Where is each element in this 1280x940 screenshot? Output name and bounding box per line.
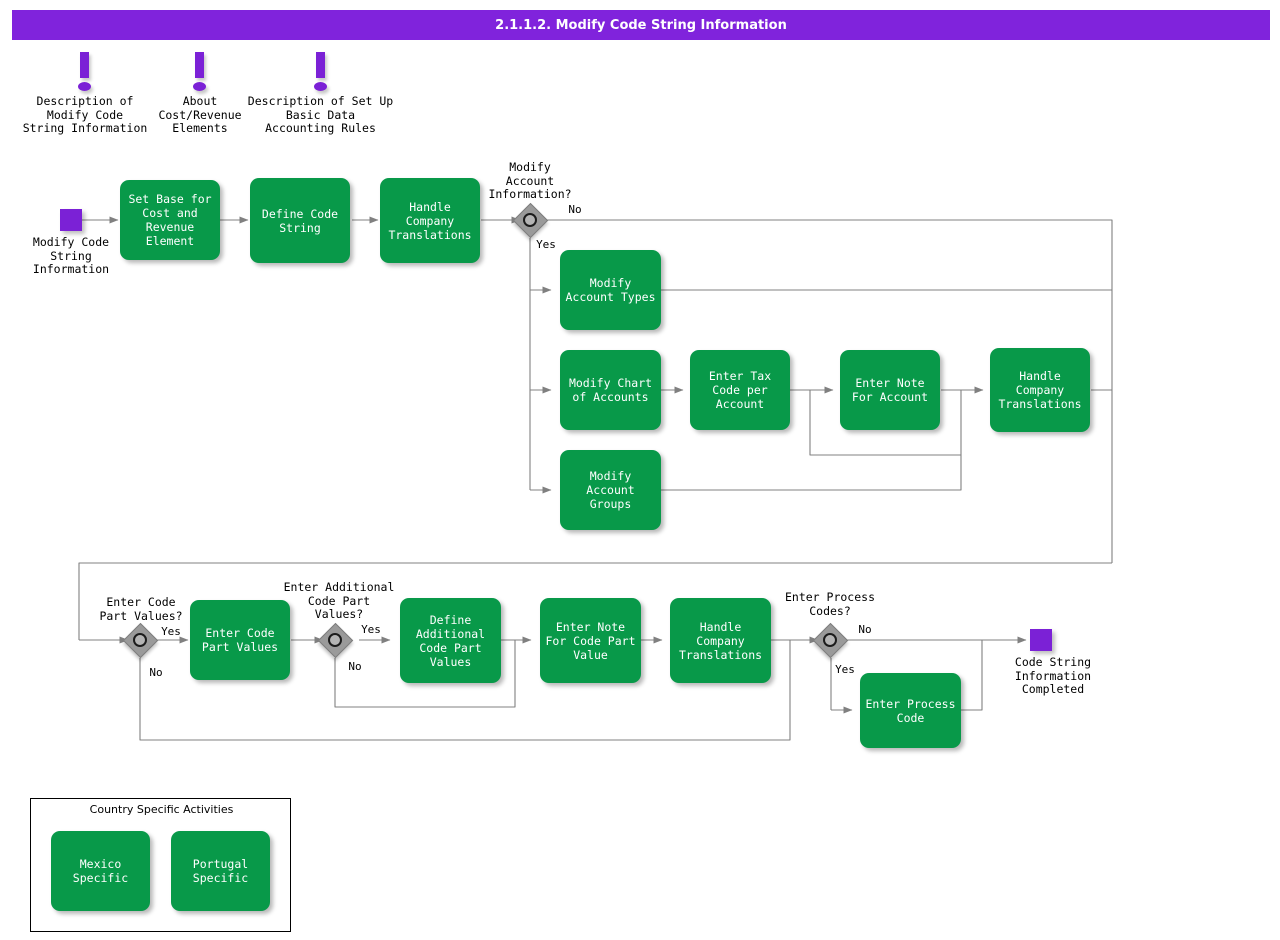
gateway-ring-icon: [523, 213, 537, 227]
flowchart-canvas: 2.1.1.2. Modify Code String Information: [0, 0, 1280, 940]
task-define-code-string[interactable]: Define Code String: [250, 178, 350, 263]
exclamation-icon: [80, 52, 89, 78]
gateway-ring-icon: [133, 633, 147, 647]
gateway-modify-account-information-question: Modify Account Information?: [468, 161, 592, 202]
gateway-enter-process-codes-no-label: No: [851, 623, 879, 637]
info-marker-1[interactable]: [77, 52, 93, 98]
task-portugal-specific[interactable]: Portugal Specific: [171, 831, 270, 911]
gateway-enter-code-part-values-question: Enter Code Part Values?: [83, 596, 199, 623]
task-handle-company-translations-2[interactable]: Handle Company Translations: [990, 348, 1090, 432]
exclamation-dot-icon: [78, 82, 91, 91]
country-group-title: Country Specific Activities: [31, 803, 292, 816]
task-set-base-for-cost-and-revenue-element[interactable]: Set Base for Cost and Revenue Element: [120, 180, 220, 260]
task-enter-note-for-account[interactable]: Enter Note For Account: [840, 350, 940, 430]
gateway-enter-additional-code-part-values-question: Enter Additional Code Part Values?: [278, 581, 400, 622]
exclamation-icon: [316, 52, 325, 78]
task-enter-note-for-code-part-value[interactable]: Enter Note For Code Part Value: [540, 598, 641, 683]
gateway-enter-additional-code-part-values[interactable]: [319, 624, 351, 656]
end-event[interactable]: [1030, 629, 1052, 651]
gateway-ring-icon: [823, 633, 837, 647]
task-enter-process-code[interactable]: Enter Process Code: [860, 673, 961, 748]
gateway-enter-process-codes-question: Enter Process Codes?: [772, 591, 888, 618]
gateway-modify-account-information[interactable]: [514, 204, 546, 236]
info-marker-2[interactable]: [192, 52, 208, 98]
end-event-label: Code String Information Completed: [983, 656, 1123, 697]
info-marker-3[interactable]: [313, 52, 329, 98]
gateway-ring-icon: [328, 633, 342, 647]
gateway-enter-process-codes-yes-label: Yes: [830, 663, 860, 677]
exclamation-icon: [195, 52, 204, 78]
info-marker-3-label: Description of Set Up Basic Data Account…: [243, 95, 398, 136]
exclamation-dot-icon: [314, 82, 327, 91]
page-title: 2.1.1.2. Modify Code String Information: [12, 10, 1270, 40]
start-event-label: Modify Code String Information: [11, 236, 131, 277]
country-specific-activities-group: Country Specific Activities Mexico Speci…: [30, 798, 291, 932]
task-define-additional-code-part-values[interactable]: Define Additional Code Part Values: [400, 598, 501, 683]
task-modify-chart-of-accounts[interactable]: Modify Chart of Accounts: [560, 350, 661, 430]
task-modify-account-types[interactable]: Modify Account Types: [560, 250, 661, 330]
task-mexico-specific[interactable]: Mexico Specific: [51, 831, 150, 911]
task-enter-code-part-values[interactable]: Enter Code Part Values: [190, 600, 290, 680]
gateway-modify-account-information-yes-label: Yes: [531, 238, 561, 252]
exclamation-dot-icon: [193, 82, 206, 91]
gateway-enter-code-part-values-yes-label: Yes: [156, 625, 186, 639]
task-enter-tax-code-per-account[interactable]: Enter Tax Code per Account: [690, 350, 790, 430]
start-event[interactable]: [60, 209, 82, 231]
task-handle-company-translations-1[interactable]: Handle Company Translations: [380, 178, 480, 263]
gateway-enter-additional-code-part-values-no-label: No: [341, 660, 369, 674]
gateway-enter-additional-code-part-values-yes-label: Yes: [356, 623, 386, 637]
gateway-modify-account-information-no-label: No: [561, 203, 589, 217]
task-handle-company-translations-3[interactable]: Handle Company Translations: [670, 598, 771, 683]
gateway-enter-process-codes[interactable]: [814, 624, 846, 656]
gateway-enter-code-part-values-no-label: No: [142, 666, 170, 680]
task-modify-account-groups[interactable]: Modify Account Groups: [560, 450, 661, 530]
gateway-enter-code-part-values[interactable]: [124, 624, 156, 656]
